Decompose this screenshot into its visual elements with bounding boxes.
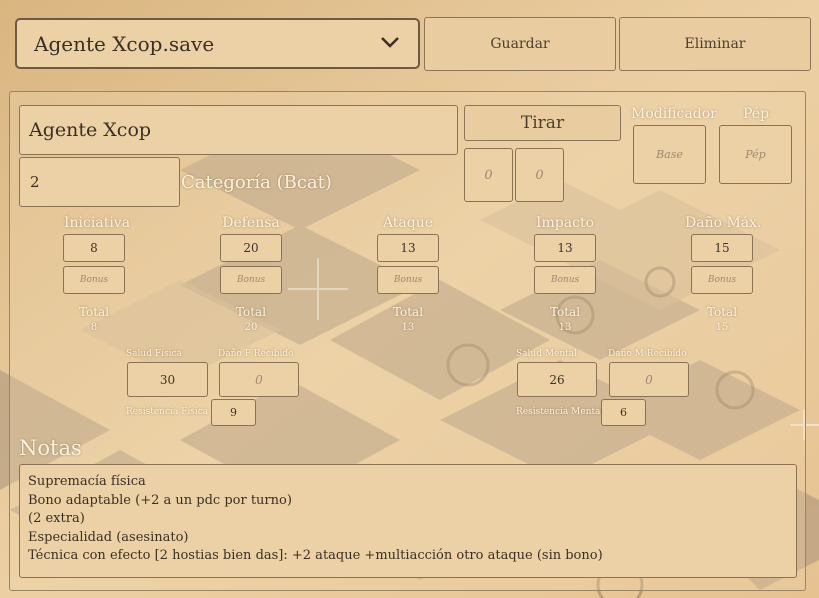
physical-resistance-label: Resistencia Física	[126, 407, 209, 417]
character-name-input[interactable]: Agente Xcop	[19, 105, 458, 155]
save-button[interactable]: Guardar	[424, 17, 616, 71]
stat-total-label-max-damage: Total	[706, 305, 738, 319]
stat-label-attack: Ataque	[382, 215, 434, 231]
stat-value-max-damage[interactable]: 15	[691, 234, 753, 262]
notes-line: Bono adaptable (+2 a un pdc por turno)	[28, 492, 292, 508]
notes-line: (2 extra)	[28, 511, 85, 527]
mental-resistance-input[interactable]: 6	[601, 399, 646, 426]
notes-line: Técnica con efecto [2 hostias bien das]:…	[28, 548, 603, 564]
mental-damage-input[interactable]: 0	[609, 362, 689, 397]
stat-bonus-initiative[interactable]: Bonus	[63, 266, 125, 294]
category-label: Categoría (Bcat)	[181, 172, 332, 193]
physical-health-input[interactable]: 30	[127, 362, 208, 397]
stat-bonus-defense[interactable]: Bonus	[220, 266, 282, 294]
stat-value-defense[interactable]: 20	[220, 234, 282, 262]
mental-health-label: Salud Mental	[516, 349, 578, 359]
stat-bonus-max-damage[interactable]: Bonus	[691, 266, 753, 294]
pep-input[interactable]: Pép	[719, 125, 792, 184]
notes-line: Especialidad (asesinato)	[28, 529, 189, 545]
stat-total-label-attack: Total	[392, 305, 424, 319]
delete-button[interactable]: Eliminar	[619, 17, 811, 71]
stat-total-attack: 13	[401, 322, 415, 333]
stat-total-label-impact: Total	[549, 305, 581, 319]
stat-total-label-initiative: Total	[78, 305, 110, 319]
pep-label: Pép	[743, 106, 770, 122]
category-input[interactable]: 2	[19, 157, 180, 207]
stat-value-impact[interactable]: 13	[534, 234, 596, 262]
file-select-value: Agente Xcop.save	[34, 31, 215, 56]
stat-label-impact: Impacto	[535, 215, 594, 231]
physical-damage-input[interactable]: 0	[219, 362, 299, 397]
physical-health-label: Salud Física	[126, 349, 182, 359]
stat-bonus-impact[interactable]: Bonus	[534, 266, 596, 294]
stat-label-initiative: Iniciativa	[64, 215, 131, 231]
notes-textarea[interactable]: Supremacía física Bono adaptable (+2 a u…	[19, 464, 797, 578]
modifier-input[interactable]: Base	[633, 125, 706, 184]
notes-title: Notas	[19, 436, 82, 460]
die-2-input[interactable]: 0	[515, 148, 564, 202]
file-select[interactable]: Agente Xcop.save	[15, 18, 420, 69]
stat-bonus-attack[interactable]: Bonus	[377, 266, 439, 294]
notes-line: Supremacía física	[28, 474, 146, 489]
stat-label-max-damage: Daño Máx.	[685, 215, 762, 231]
stat-total-impact: 13	[558, 322, 572, 333]
physical-resistance-input[interactable]: 9	[211, 399, 256, 426]
die-1-input[interactable]: 0	[464, 148, 513, 202]
roll-button[interactable]: Tirar	[464, 105, 621, 141]
stat-total-initiative: 8	[90, 322, 98, 333]
stat-value-initiative[interactable]: 8	[63, 234, 125, 262]
stat-value-attack[interactable]: 13	[377, 234, 439, 262]
stat-total-defense: 20	[244, 322, 258, 333]
mental-health-input[interactable]: 26	[517, 362, 597, 397]
modifier-label: Modificador	[631, 106, 717, 122]
mental-damage-label: Daño M Recibido	[608, 349, 687, 359]
mental-resistance-label: Resistencia Mental	[516, 407, 604, 417]
physical-damage-label: Daño F Recibido	[218, 349, 294, 359]
stat-label-defense: Defensa	[222, 215, 280, 231]
stat-total-max-damage: 15	[715, 322, 729, 333]
stat-total-label-defense: Total	[235, 305, 267, 319]
chevron-down-icon	[380, 34, 400, 53]
